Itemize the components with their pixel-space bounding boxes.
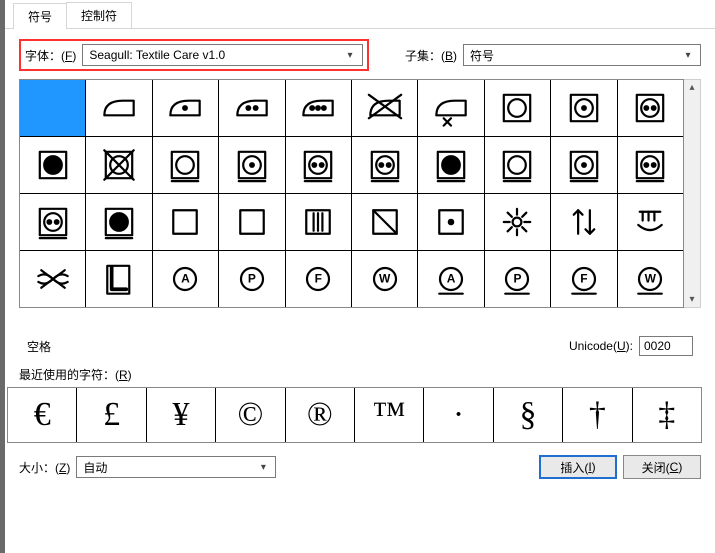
symbol-cell-square[interactable]: [153, 194, 218, 250]
symbol-cell-circle-P[interactable]: P: [219, 251, 284, 307]
symbol-cell-circle-F[interactable]: F: [286, 251, 351, 307]
recent-cell[interactable]: §: [494, 388, 562, 442]
close-button[interactable]: 关闭(C): [623, 455, 701, 479]
recent-cell[interactable]: ®: [286, 388, 354, 442]
symbol-cell-iron-3dot[interactable]: [286, 80, 351, 136]
symbol-cell-tumble-2dot-line[interactable]: [352, 137, 417, 193]
recent-cell[interactable]: ‡: [633, 388, 701, 442]
space-label: 空格: [27, 338, 51, 355]
symbol-cell-square-L[interactable]: [86, 251, 151, 307]
insert-button[interactable]: 插入(I): [539, 455, 617, 479]
symbol-cell-iron[interactable]: [86, 80, 151, 136]
recent-cell[interactable]: ™: [355, 388, 423, 442]
symbol-cell-iron-cross[interactable]: [352, 80, 417, 136]
symbol-cell-arrows-updown[interactable]: [551, 194, 616, 250]
symbol-cell-iron-steam-cross[interactable]: [418, 80, 483, 136]
symbol-cell-blank-selected[interactable]: [20, 80, 85, 136]
tab-symbol[interactable]: 符号: [13, 3, 67, 29]
recent-cell[interactable]: ©: [216, 388, 284, 442]
recent-cell[interactable]: €: [8, 388, 76, 442]
symbol-cell-square-dot[interactable]: [418, 194, 483, 250]
symbol-cell-hand[interactable]: [618, 194, 683, 250]
size-label: 大小：(Z): [19, 459, 70, 476]
symbol-cell-tumble-cross[interactable]: [86, 137, 151, 193]
unicode-input[interactable]: [639, 336, 693, 356]
size-combo-value: 自动: [83, 459, 107, 476]
tab-control[interactable]: 控制符: [66, 2, 132, 28]
chevron-down-icon: ▾: [342, 50, 358, 61]
subset-combo[interactable]: 符号 ▾: [463, 44, 701, 66]
font-highlight: 字体：(F) Seagull: Textile Care v1.0 ▾: [19, 39, 369, 71]
symbol-cell-circle-F-u[interactable]: F: [551, 251, 616, 307]
recent-cell[interactable]: ¥: [147, 388, 215, 442]
unicode-label: Unicode(U):: [569, 339, 633, 353]
scroll-up-icon[interactable]: ▴: [689, 80, 694, 95]
symbol-cell-circle-A-u[interactable]: A: [418, 251, 483, 307]
subset-label: 子集：(B): [405, 47, 457, 64]
symbol-cell-iron-1dot[interactable]: [153, 80, 218, 136]
symbol-cell-sun[interactable]: [485, 194, 550, 250]
font-combo[interactable]: Seagull: Textile Care v1.0 ▾: [82, 44, 363, 66]
recent-cell[interactable]: †: [563, 388, 631, 442]
recent-label: 最近使用的字符：(R): [5, 366, 715, 387]
subset-combo-value: 符号: [470, 47, 494, 64]
recent-cell[interactable]: ·: [424, 388, 492, 442]
symbol-cell-tumble-1dot-line[interactable]: [219, 137, 284, 193]
symbol-cell-iron-2dot[interactable]: [219, 80, 284, 136]
symbol-cell-circle-A[interactable]: A: [153, 251, 218, 307]
scroll-down-icon[interactable]: ▾: [689, 292, 694, 307]
recent-row: €£¥©®™·§†‡: [7, 387, 702, 443]
symbol-cell-circle-P-u[interactable]: P: [485, 251, 550, 307]
symbol-cell-square-diag[interactable]: [352, 194, 417, 250]
symbol-cell-tumble-2dot-line[interactable]: [286, 137, 351, 193]
symbol-cell-tumble[interactable]: [485, 80, 550, 136]
symbol-cell-tumble-filled[interactable]: [20, 137, 85, 193]
symbol-cell-circle-W-u[interactable]: W: [618, 251, 683, 307]
symbol-grid: APFWAPFW: [19, 79, 684, 308]
symbol-cell-tumble-line[interactable]: [153, 137, 218, 193]
font-combo-value: Seagull: Textile Care v1.0: [89, 48, 225, 62]
chevron-down-icon: ▾: [255, 462, 271, 473]
symbol-cell-circle-W[interactable]: W: [352, 251, 417, 307]
symbol-cell-tumble-2dot[interactable]: [618, 80, 683, 136]
symbol-cell-tumble-1dot[interactable]: [551, 80, 616, 136]
font-label: 字体：(F): [25, 47, 76, 64]
scrollbar-vertical[interactable]: ▴ ▾: [684, 79, 701, 308]
symbol-cell-tumble-2dot-line[interactable]: [20, 194, 85, 250]
symbol-cell-tumble-line[interactable]: [485, 137, 550, 193]
recent-cell[interactable]: £: [77, 388, 145, 442]
symbol-cell-tumble-filled-line[interactable]: [418, 137, 483, 193]
symbol-cell-tumble-filled-line[interactable]: [86, 194, 151, 250]
symbol-cell-square-v3[interactable]: [286, 194, 351, 250]
chevron-down-icon: ▾: [680, 50, 696, 61]
symbol-cell-tumble-1dot-line[interactable]: [551, 137, 616, 193]
symbol-cell-square[interactable]: [219, 194, 284, 250]
symbol-cell-tumble-2dot-line[interactable]: [618, 137, 683, 193]
size-combo[interactable]: 自动 ▾: [76, 456, 276, 478]
symbol-cell-twist-cross[interactable]: [20, 251, 85, 307]
